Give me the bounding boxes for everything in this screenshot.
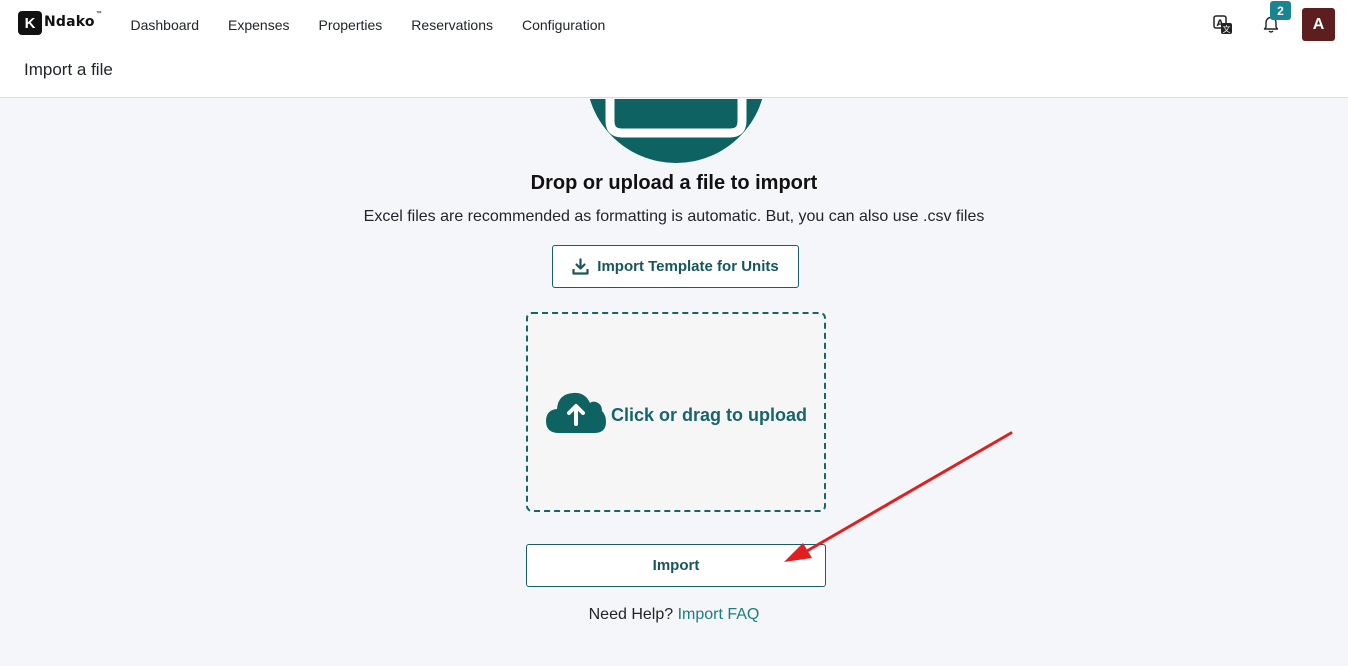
import-template-label: Import Template for Units <box>597 258 779 275</box>
help-text: Need Help? <box>588 606 674 623</box>
main-menu: Dashboard Expenses Properties Reservatio… <box>116 0 620 50</box>
logo-name: Ndako <box>44 14 95 30</box>
notification-badge: 2 <box>1270 1 1291 20</box>
logo-trademark: ™ <box>95 11 102 17</box>
dropzone-label: Click or drag to upload <box>610 404 807 425</box>
menu-item-properties[interactable]: Properties <box>304 17 397 33</box>
import-template-button[interactable]: Import Template for Units <box>552 245 799 288</box>
cloud-upload-icon <box>545 392 606 433</box>
top-header: K Ndako ™ Dashboard Expenses Properties … <box>0 0 1348 98</box>
page-title: Import a file <box>24 60 113 79</box>
avatar[interactable]: A <box>1302 8 1335 41</box>
import-subtitle: Excel files are recommended as formattin… <box>363 208 985 225</box>
download-icon <box>572 258 589 275</box>
navbar: K Ndako ™ Dashboard Expenses Properties … <box>0 0 1348 50</box>
import-title: Drop or upload a file to import <box>530 172 818 194</box>
menu-item-expenses[interactable]: Expenses <box>214 17 304 33</box>
translate-icon[interactable]: A 文 <box>1211 14 1235 36</box>
help-line: Need Help? Import FAQ <box>0 606 1348 624</box>
app-logo[interactable]: K Ndako ™ <box>18 11 102 35</box>
menu-item-reservations[interactable]: Reservations <box>397 17 508 33</box>
svg-text:文: 文 <box>1223 24 1231 34</box>
logo-mark: K <box>18 11 42 35</box>
import-button[interactable]: Import <box>526 544 826 587</box>
hero-illustration-area <box>0 99 1348 169</box>
menu-item-dashboard[interactable]: Dashboard <box>116 17 214 33</box>
import-faq-link[interactable]: Import FAQ <box>678 606 760 623</box>
upload-dropzone[interactable]: Click or drag to upload <box>526 312 826 512</box>
upload-illustration <box>589 99 763 163</box>
menu-item-configuration[interactable]: Configuration <box>508 17 620 33</box>
